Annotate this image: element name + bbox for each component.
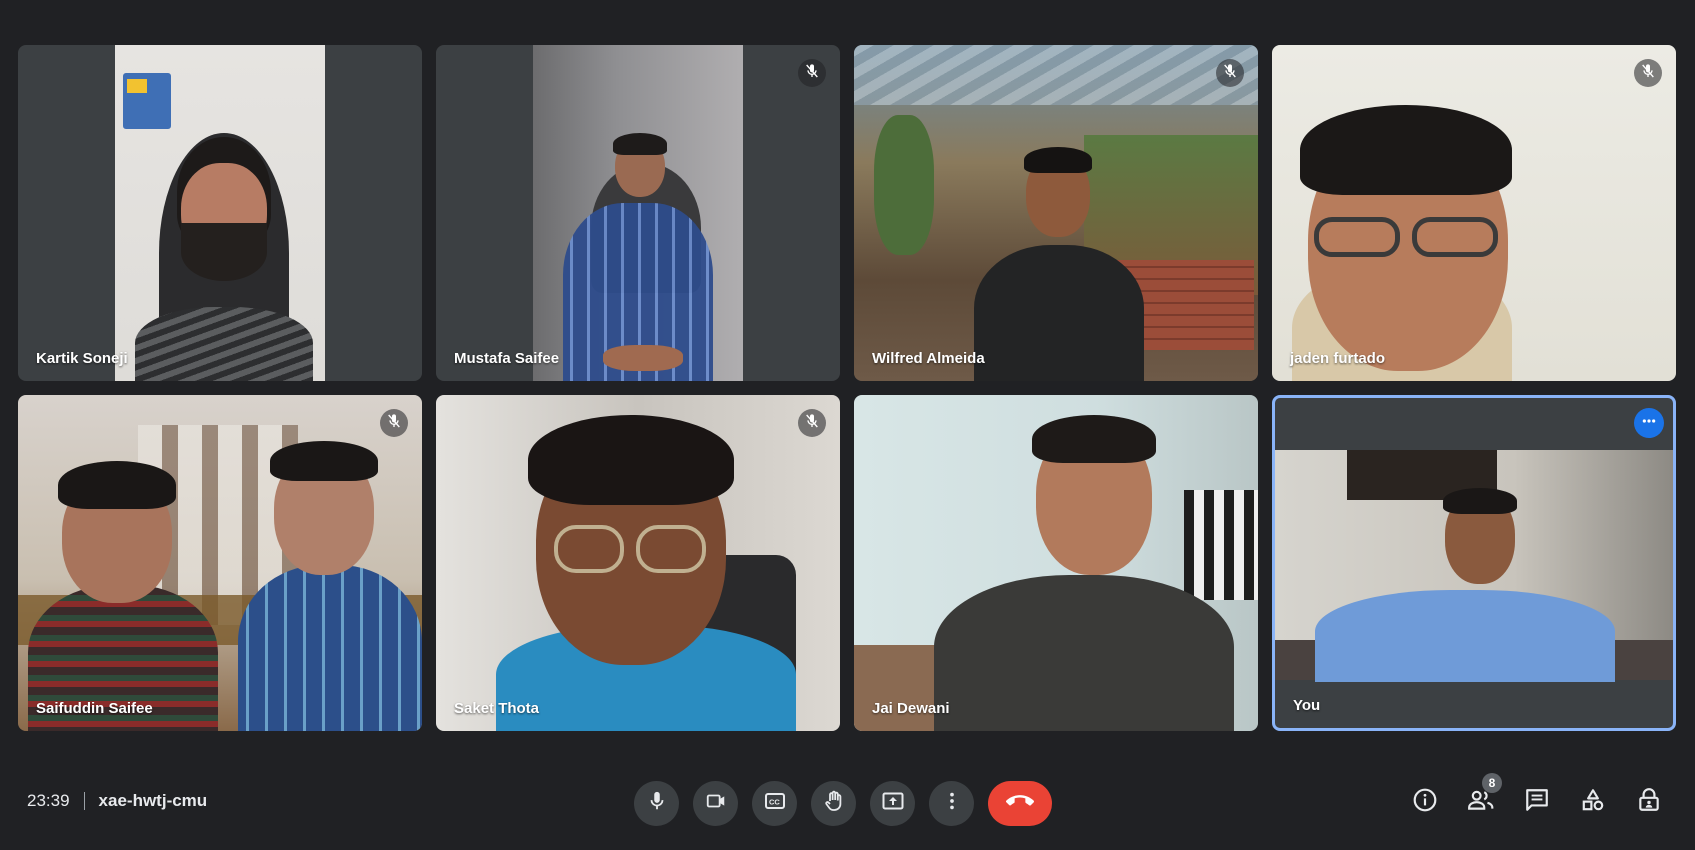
mic-off-icon [1640,63,1656,84]
meeting-info: 23:39 xae-hwtj-cmu [27,791,207,811]
camera-button[interactable] [693,781,738,826]
participant-tile-jaden-furtado[interactable]: jaden furtado [1272,45,1676,381]
meeting-code[interactable]: xae-hwtj-cmu [99,791,208,811]
meeting-time: 23:39 [27,791,70,810]
muted-indicator [1216,59,1244,87]
participant-name: Jai Dewani [872,700,950,717]
hand-icon [822,789,846,818]
info-icon [1412,787,1438,818]
video-feed [854,45,1258,381]
more-options-button[interactable] [929,781,974,826]
chat-button[interactable] [1524,787,1550,817]
video-feed [18,395,422,731]
participant-grid: Kartik Soneji Mustafa Saifee Wilfred Alm… [18,45,1676,731]
raise-hand-button[interactable] [811,781,856,826]
mic-icon [646,790,668,817]
participant-tile-kartik-soneji[interactable]: Kartik Soneji [18,45,422,381]
participant-name: Mustafa Saifee [454,350,560,367]
tile-more-options-button[interactable] [1634,408,1664,438]
phone-hangup-icon [1006,787,1034,820]
participant-name: Kartik Soneji [36,350,128,367]
lock-person-icon [1636,787,1662,818]
video-feed [854,395,1258,731]
more-vert-icon [941,790,963,817]
side-panel-buttons: 8 [1412,773,1662,817]
mic-off-icon [386,413,402,434]
muted-indicator [380,409,408,437]
captions-button[interactable]: CC [752,781,797,826]
mic-off-icon [804,63,820,84]
participant-count-badge: 8 [1482,773,1502,793]
meeting-details-button[interactable] [1412,787,1438,817]
muted-indicator [1634,59,1662,87]
present-screen-button[interactable] [870,781,915,826]
participant-tile-saket-thota[interactable]: Saket Thota [436,395,840,731]
participant-tile-self[interactable]: You [1272,395,1676,731]
participants-button[interactable]: 8 [1468,773,1502,817]
self-video-feed [1275,450,1673,682]
participant-name: jaden furtado [1290,350,1386,367]
divider [83,792,85,810]
participant-tile-wilfred-almeida[interactable]: Wilfred Almeida [854,45,1258,381]
host-controls-button[interactable] [1636,787,1662,817]
participant-name: Saifuddin Saifee [36,700,153,717]
participant-tile-jai-dewani[interactable]: Jai Dewani [854,395,1258,731]
shapes-icon [1580,787,1606,818]
activities-button[interactable] [1580,787,1606,817]
muted-indicator [798,409,826,437]
participant-name: You [1293,697,1321,714]
mic-off-icon [1222,63,1238,84]
video-feed [115,45,325,381]
video-feed [436,395,840,731]
present-icon [881,789,905,818]
mic-off-icon [804,413,820,434]
video-feed [533,45,743,381]
participant-tile-mustafa-saifee[interactable]: Mustafa Saifee [436,45,840,381]
more-horiz-icon [1641,413,1657,434]
microphone-button[interactable] [634,781,679,826]
camera-icon [705,790,727,817]
participant-name: Saket Thota [454,700,540,717]
video-feed [1272,45,1676,381]
chat-icon [1524,787,1550,818]
participant-tile-saifuddin-saifee[interactable]: Saifuddin Saifee [18,395,422,731]
captions-icon: CC [763,789,787,818]
leave-call-button[interactable] [988,781,1052,826]
call-controls: CC [634,781,1052,826]
muted-indicator [798,59,826,87]
participant-name: Wilfred Almeida [872,350,985,367]
svg-text:CC: CC [769,798,780,807]
